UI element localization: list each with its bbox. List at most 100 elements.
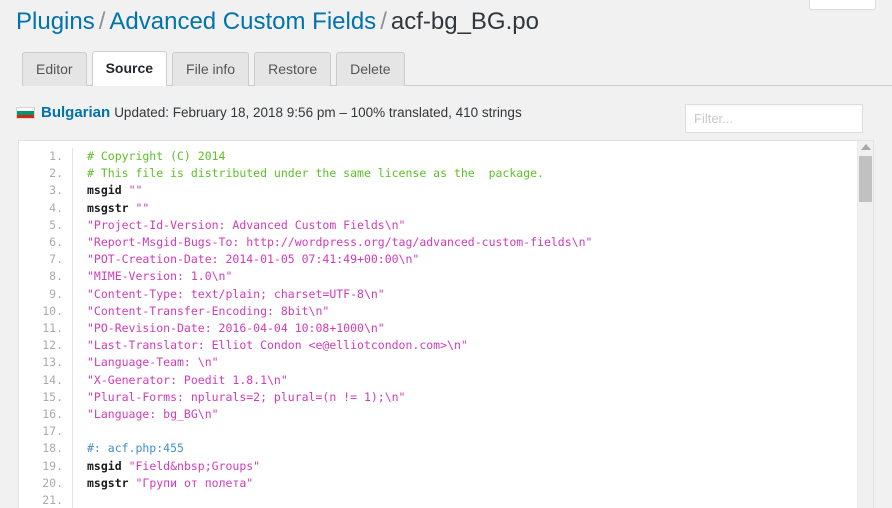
breadcrumb-separator-2: / (380, 8, 387, 35)
code-token-string: "POT-Creation-Date: 2014-01-05 07:41:49+… (87, 252, 420, 267)
line-number: 6. (19, 234, 73, 252)
tab-file-info[interactable]: File info (172, 52, 250, 86)
breadcrumb-current-file: acf-bg_BG.po (390, 8, 539, 35)
code-line: 12. "Last-Translator: Elliot Condon <e@el… (19, 337, 593, 355)
code-token-comment: # Copyright (C) 2014 (87, 149, 226, 163)
code-line: 3. msgid "" (19, 182, 593, 200)
code-token-keyword: msgstr (87, 200, 129, 215)
code-token-ref: #: acf.php:455 (87, 441, 184, 456)
file-meta-row: Bulgarian Updated: February 18, 2018 9:56… (16, 104, 876, 133)
code-line-content: "Project-Id-Version: Advanced Custom Fie… (73, 217, 593, 234)
line-number: 16. (19, 406, 73, 424)
help-button[interactable]: Help (809, 0, 876, 10)
code-line-content: "Language-Team: \n" (73, 354, 593, 371)
code-token-string: "Content-Type: text/plain; charset=UTF-8… (87, 286, 385, 301)
code-token-string: "PO-Revision-Date: 2016-04-04 10:08+1000… (87, 321, 385, 336)
file-status-text: Updated: February 18, 2018 9:56 pm – 100… (114, 105, 522, 120)
code-line-content: msgstr "" (73, 200, 593, 217)
code-line-content: # This file is distributed under the sam… (73, 165, 593, 182)
code-line: 6. "Report-Msgid-Bugs-To: http://wordpres… (19, 234, 593, 252)
tab-label: File info (186, 61, 236, 77)
language-link[interactable]: Bulgarian (41, 104, 110, 121)
line-number: 15. (19, 388, 73, 407)
code-line-content: "PO-Revision-Date: 2016-04-04 10:08+1000… (73, 320, 593, 337)
code-line: 2. # This file is distributed under the s… (19, 165, 593, 183)
code-line: 17. (19, 423, 593, 441)
code-line-content: #: acf.php:455 (73, 440, 593, 457)
code-line: 7. "POT-Creation-Date: 2014-01-05 07:41:4… (19, 251, 593, 269)
code-token-string: "Report-Msgid-Bugs-To: http://wordpress.… (87, 235, 593, 250)
code-line-content: # Copyright (C) 2014 (73, 148, 593, 165)
tab-label: Editor (36, 61, 73, 77)
line-number: 9. (19, 285, 73, 303)
code-line: 14. "X-Generator: Poedit 1.8.1\n" (19, 371, 593, 389)
filter-input[interactable] (685, 104, 863, 133)
code-token-string: "Plural-Forms: nplurals=2; plural=(n != … (87, 389, 406, 404)
triangle-up-icon[interactable] (860, 144, 871, 150)
code-token-string: "Language-Team: \n" (87, 355, 219, 370)
code-line-content: msgid "" (73, 182, 593, 199)
code-line-content (73, 492, 593, 508)
line-number: 12. (19, 337, 73, 355)
code-token-string: "MIME-Version: 1.0\n" (87, 269, 233, 284)
line-number: 19. (19, 457, 73, 475)
scrollbar-thumb[interactable] (859, 156, 872, 202)
tab-restore[interactable]: Restore (254, 52, 332, 86)
code-line-content: "X-Generator: Poedit 1.8.1\n" (73, 372, 593, 389)
tab-bar: Editor Source File info Restore Delete (22, 50, 892, 86)
line-number: 1. (19, 148, 73, 166)
line-number: 4. (19, 199, 73, 217)
line-number: 21. (19, 492, 73, 508)
tab-editor[interactable]: Editor (22, 52, 87, 86)
line-number: 18. (19, 440, 73, 458)
code-line-content: "Plural-Forms: nplurals=2; plural=(n != … (73, 389, 593, 406)
code-line-content (73, 423, 593, 440)
code-token-string: "Content-Transfer-Encoding: 8bit\n" (87, 303, 330, 318)
tab-source[interactable]: Source (91, 51, 168, 86)
code-token-string: "Language: bg_BG\n" (87, 407, 219, 422)
breadcrumb-link-plugins[interactable]: Plugins (16, 8, 95, 35)
code-line: 1. # Copyright (C) 2014 (19, 148, 593, 166)
line-number: 10. (19, 302, 73, 321)
line-number: 11. (19, 320, 73, 338)
code-token-string: "" (128, 183, 143, 198)
tab-delete[interactable]: Delete (336, 52, 405, 86)
line-number: 7. (19, 251, 73, 269)
code-line: 13. "Language-Team: \n" (19, 354, 593, 372)
code-line-content: "Report-Msgid-Bugs-To: http://wordpress.… (73, 234, 593, 251)
code-line: 18. #: acf.php:455 (19, 440, 593, 458)
breadcrumb: Plugins / Advanced Custom Fields / acf-bg_BG… (16, 6, 539, 38)
breadcrumb-separator-1: / (98, 8, 106, 35)
code-line: 8. "MIME-Version: 1.0\n" (19, 268, 593, 286)
code-token-keyword: msgid (87, 458, 122, 473)
code-token-string: "Last-Translator: Elliot Condon <e@ellio… (87, 338, 468, 353)
code-token-keyword: msgid (87, 183, 122, 198)
code-token-string: "X-Generator: Poedit 1.8.1\n" (87, 372, 288, 387)
code-scroll-area[interactable]: 1. # Copyright (C) 2014 2. # This file is d… (19, 141, 857, 508)
code-line: 20. msgstr "Групи от полета" (19, 474, 593, 493)
breadcrumb-link-plugin-name[interactable]: Advanced Custom Fields (109, 8, 376, 35)
code-line: 5. "Project-Id-Version: Advanced Custom F… (19, 216, 593, 235)
code-line: 9. "Content-Type: text/plain; charset=UTF… (19, 285, 592, 303)
code-token-string: "" (135, 200, 150, 215)
tab-label: Restore (268, 61, 318, 77)
code-line-content: "MIME-Version: 1.0\n" (73, 268, 593, 285)
code-line-content: "Language: bg_BG\n" (73, 406, 593, 423)
line-number: 5. (19, 216, 73, 235)
code-line-content: msgstr "Групи от полета" (73, 475, 593, 492)
tab-label: Delete (350, 61, 391, 77)
code-line-content: msgid "Field&nbsp;Groups" (73, 458, 593, 475)
code-line: 4. msgstr "" (19, 199, 593, 217)
line-number: 17. (19, 423, 73, 441)
code-line: 21. (19, 492, 592, 508)
code-token-keyword: msgstr (87, 475, 129, 490)
help-button-container: Help (809, 0, 876, 10)
line-number: 2. (19, 165, 73, 183)
vertical-scrollbar[interactable] (857, 141, 873, 508)
code-line: 15. "Plural-Forms: nplurals=2; plural=(n … (19, 388, 593, 407)
code-token-string: "Project-Id-Version: Advanced Custom Fie… (87, 217, 406, 232)
code-line-content: "POT-Creation-Date: 2014-01-05 07:41:49+… (73, 251, 593, 268)
code-line-content: "Last-Translator: Elliot Condon <e@ellio… (73, 337, 593, 354)
line-number: 8. (19, 268, 73, 286)
